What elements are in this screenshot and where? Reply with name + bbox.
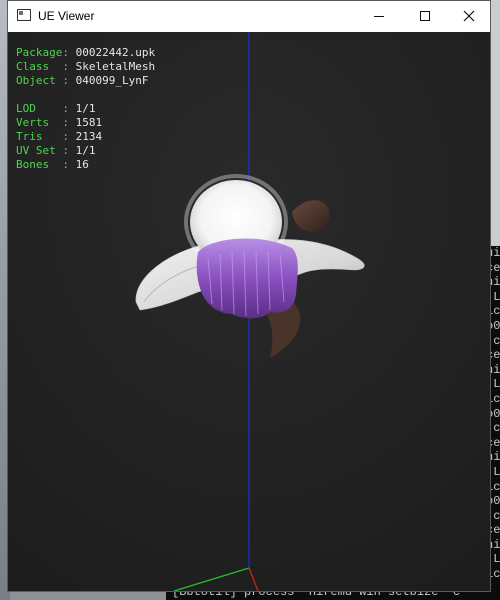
bones-label: Bones : xyxy=(16,158,69,171)
lod-label: LOD : xyxy=(16,102,69,115)
class-value: SkeletalMesh xyxy=(75,60,156,73)
title-bar[interactable]: UE Viewer xyxy=(8,1,490,32)
package-label: Package: xyxy=(16,46,69,59)
tris-value: 2134 xyxy=(75,130,103,143)
uvset-value: 1/1 xyxy=(75,144,96,157)
hair-mesh xyxy=(196,238,298,319)
uvset-label: UV Set : xyxy=(16,144,69,157)
minimize-icon xyxy=(374,15,384,17)
object-value: 040099_LynF xyxy=(75,74,149,87)
object-label: Object : xyxy=(16,74,69,87)
window-title: UE Viewer xyxy=(38,9,95,23)
verts-label: Verts : xyxy=(16,116,69,129)
ue-viewer-window[interactable]: UE Viewer Package: 00022442.upk Class: … xyxy=(7,0,491,592)
lod-value: 1/1 xyxy=(75,102,96,115)
maximize-button[interactable] xyxy=(402,1,448,31)
verts-value: 1581 xyxy=(75,116,103,129)
package-value: 00022442.upk xyxy=(75,46,156,59)
class-label: Class : xyxy=(16,60,69,73)
app-window-icon xyxy=(17,9,31,21)
close-button[interactable] xyxy=(446,1,492,31)
bones-value: 16 xyxy=(75,158,89,171)
maximize-icon xyxy=(420,11,430,21)
3d-viewport[interactable]: Package: 00022442.upk Class : SkeletalMe… xyxy=(8,32,490,591)
minimize-button[interactable] xyxy=(356,1,402,31)
mesh-info-panel: Package: 00022442.upk Class : SkeletalMe… xyxy=(16,46,155,172)
close-icon xyxy=(463,10,475,22)
tris-label: Tris : xyxy=(16,130,69,143)
